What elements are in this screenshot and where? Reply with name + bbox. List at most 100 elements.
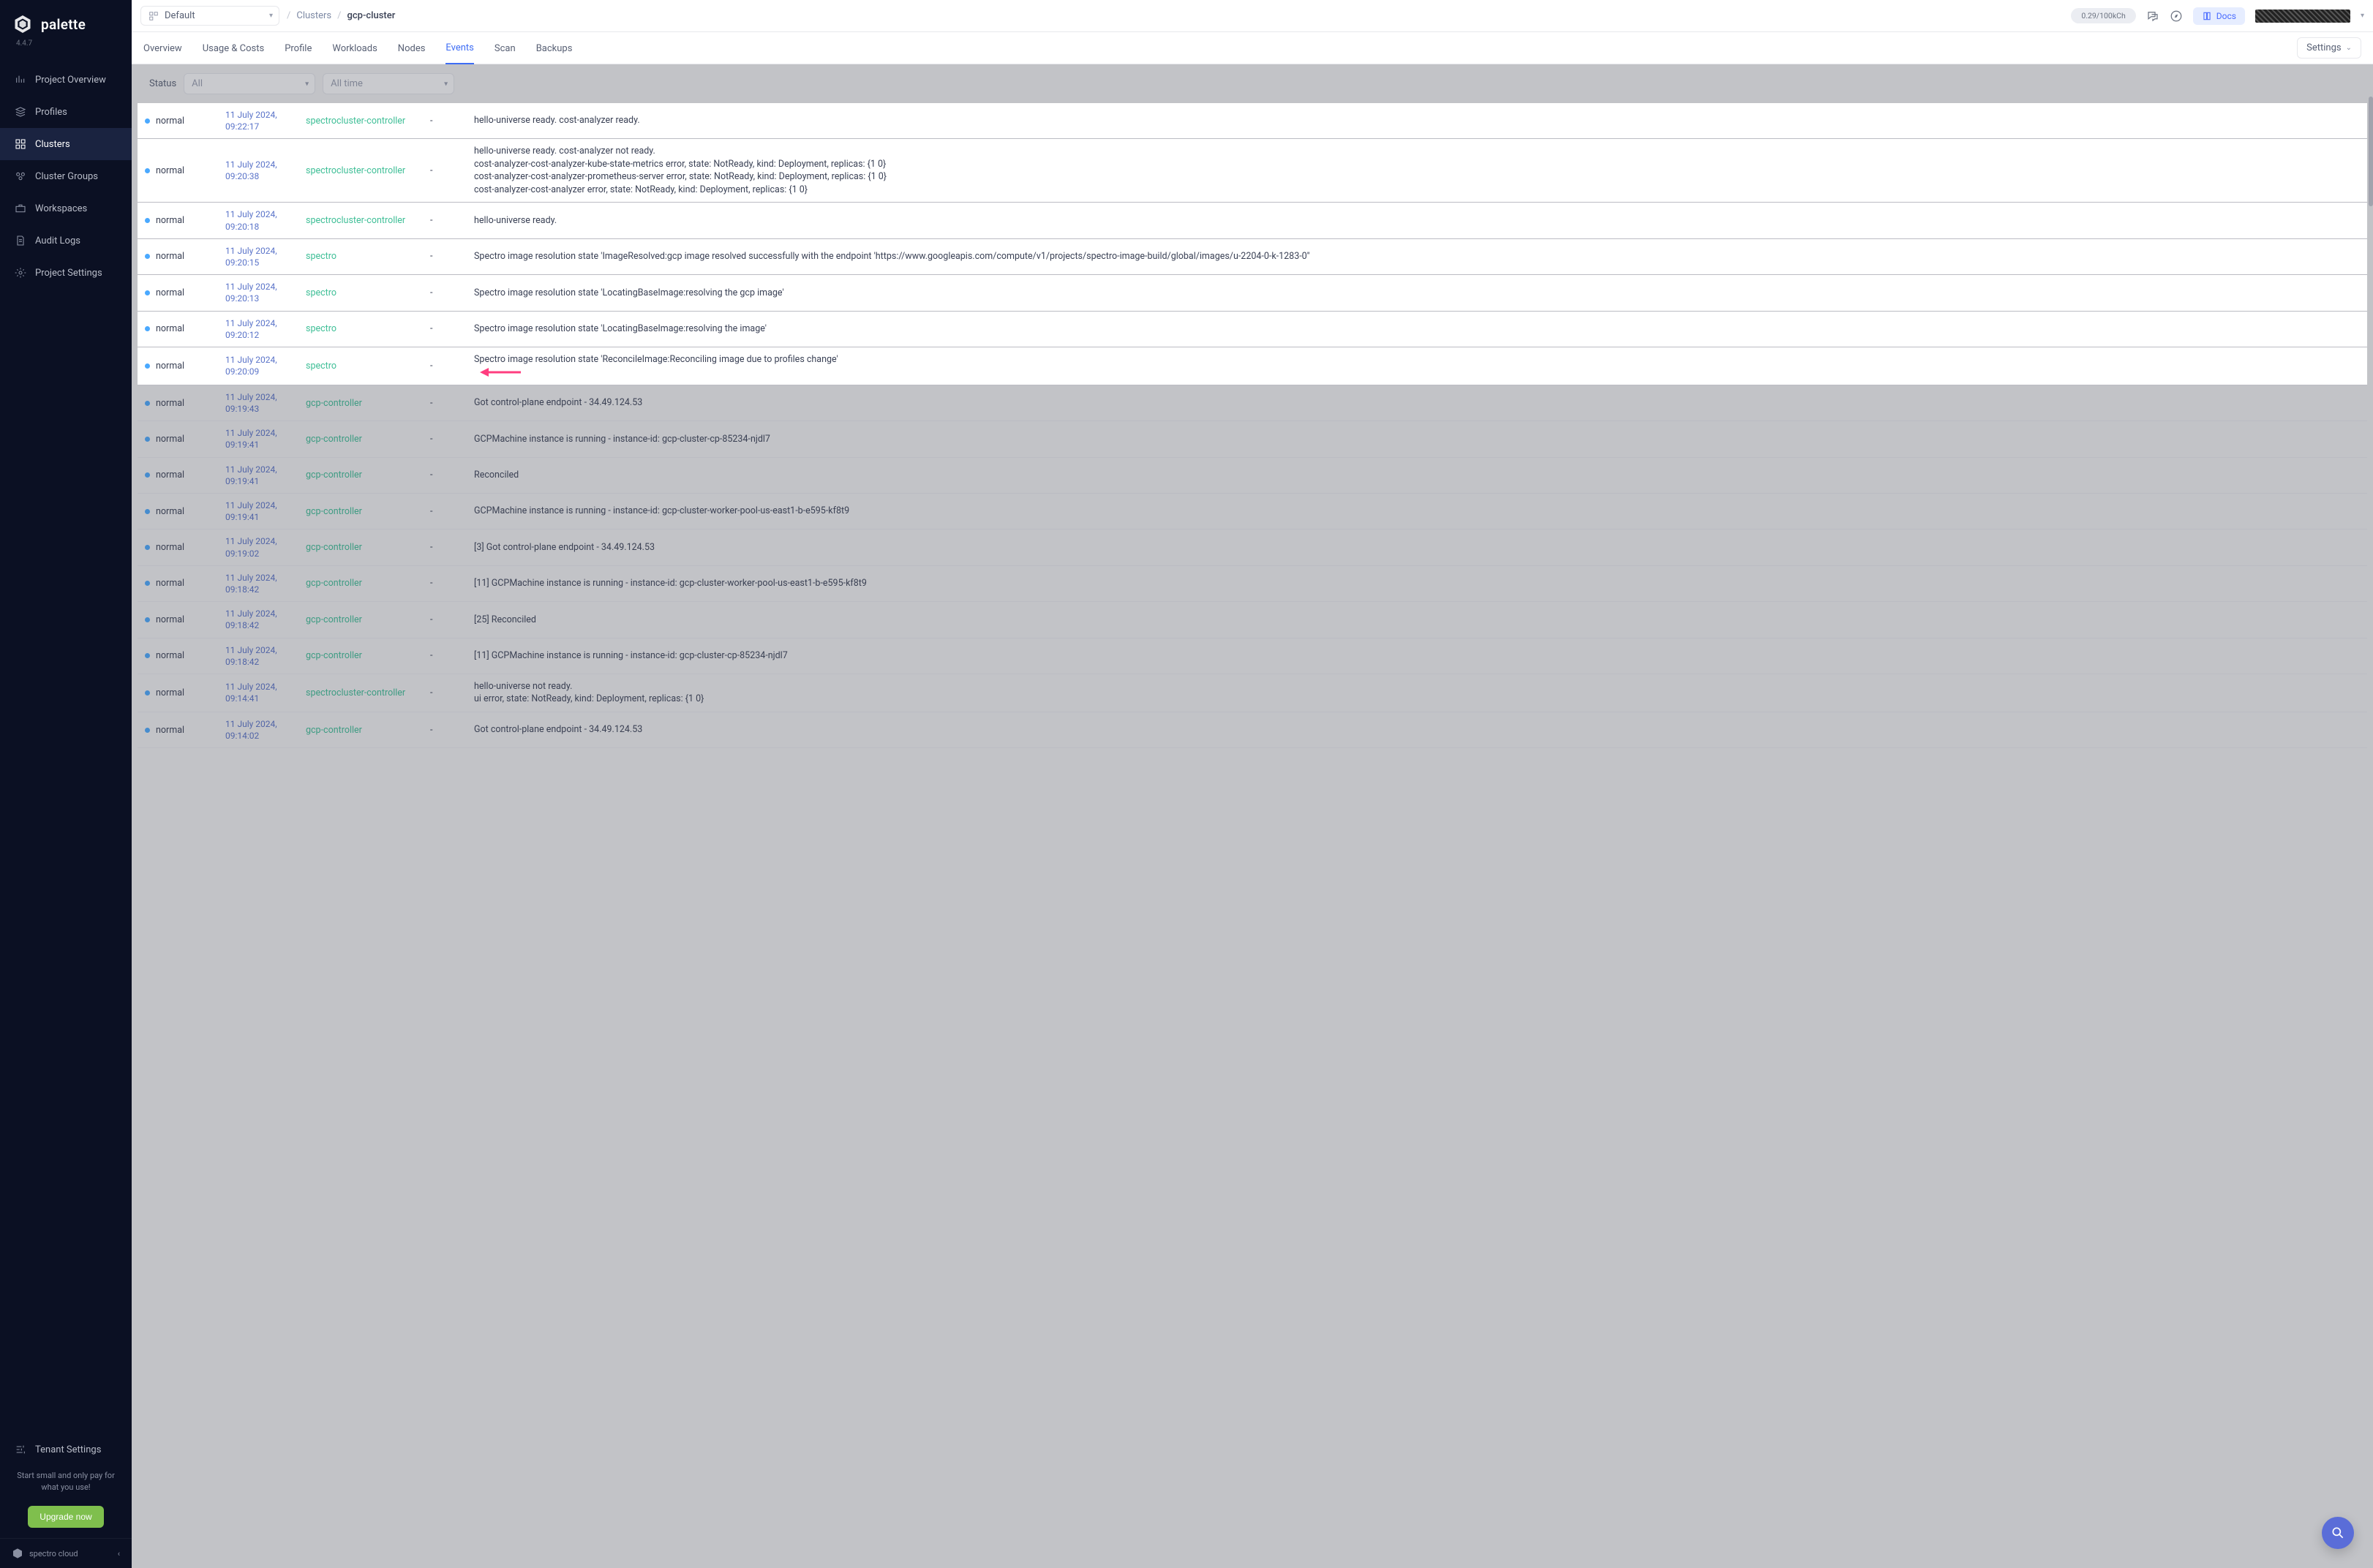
breadcrumb: / Clusters / gcp-cluster <box>287 10 395 21</box>
tab-profile[interactable]: Profile <box>285 32 312 64</box>
compass-icon[interactable] <box>2170 10 2183 23</box>
table-row[interactable]: normal11 July 2024, 09:20:09spectro-Spec… <box>138 347 2367 385</box>
event-dash: - <box>430 398 432 409</box>
sidebar-item-profiles[interactable]: Profiles <box>0 96 132 128</box>
settings-button[interactable]: Settings ⌄ <box>2297 37 2361 59</box>
book-icon <box>2202 11 2212 21</box>
table-row[interactable]: normal11 July 2024, 09:20:15spectro-Spec… <box>138 238 2367 274</box>
event-message: [3] Got control-plane endpoint - 34.49.1… <box>474 541 2360 554</box>
status-text: normal <box>156 251 184 262</box>
promo-text: Start small and only pay for what you us… <box>0 1466 132 1503</box>
table-row[interactable]: normal11 July 2024, 09:19:02gcp-controll… <box>138 529 2367 565</box>
status-text: normal <box>156 287 184 298</box>
event-message: Spectro image resolution state 'ImageRes… <box>474 250 2360 263</box>
status-dot-icon <box>145 437 150 442</box>
event-source: spectrocluster-controller <box>306 215 405 226</box>
chat-icon[interactable] <box>2146 10 2159 23</box>
event-time: 11 July 2024, 09:14:02 <box>225 719 277 741</box>
docs-button[interactable]: Docs <box>2193 7 2245 25</box>
sidebar-item-tenant-settings[interactable]: Tenant Settings <box>0 1433 132 1466</box>
event-message-line: [3] Got control-plane endpoint - 34.49.1… <box>474 541 2360 554</box>
topbar: Default ▾ / Clusters / gcp-cluster 0.29/… <box>132 0 2373 32</box>
event-message-line: [11] GCPMachine instance is running - in… <box>474 649 2360 663</box>
status-text: normal <box>156 578 184 589</box>
chart-icon <box>15 74 26 86</box>
event-message-line: cost-analyzer-cost-analyzer error, state… <box>474 184 2360 197</box>
status-text: normal <box>156 506 184 517</box>
project-select[interactable]: Default ▾ <box>140 6 279 26</box>
user-menu[interactable] <box>2255 10 2350 23</box>
table-row[interactable]: normal11 July 2024, 09:20:38spectroclust… <box>138 139 2367 203</box>
sidebar-item-project-overview[interactable]: Project Overview <box>0 64 132 96</box>
sidebar-item-audit-logs[interactable]: Audit Logs <box>0 225 132 257</box>
status-dot-icon <box>145 472 150 478</box>
event-source: gcp-controller <box>306 542 362 553</box>
sidebar-item-clusters[interactable]: Clusters <box>0 128 132 160</box>
app-name: palette <box>41 16 86 33</box>
sidebar-nav: Project Overview Profiles Clusters Cluster … <box>0 64 132 289</box>
status-text: normal <box>156 215 184 226</box>
sidebar-item-project-settings[interactable]: Project Settings <box>0 257 132 289</box>
event-message-line: ui error, state: NotReady, kind: Deploym… <box>474 693 2360 706</box>
tab-workloads[interactable]: Workloads <box>332 32 377 64</box>
sidebar-item-cluster-groups[interactable]: Cluster Groups <box>0 160 132 192</box>
table-row[interactable]: normal11 July 2024, 09:18:42gcp-controll… <box>138 565 2367 601</box>
tab-overview[interactable]: Overview <box>143 32 182 64</box>
event-time: 11 July 2024, 09:20:38 <box>225 159 277 181</box>
status-dot-icon <box>145 118 150 124</box>
scrollbar-thumb[interactable] <box>2369 97 2373 206</box>
table-row[interactable]: normal11 July 2024, 09:18:42gcp-controll… <box>138 638 2367 674</box>
event-message: Spectro image resolution state 'Locating… <box>474 287 2360 300</box>
breadcrumb-parent[interactable]: Clusters <box>296 10 331 21</box>
table-row[interactable]: normal11 July 2024, 09:22:17spectroclust… <box>138 103 2367 139</box>
table-row[interactable]: normal11 July 2024, 09:18:42gcp-controll… <box>138 602 2367 638</box>
event-source: spectro <box>306 287 336 298</box>
status-dot-icon <box>145 363 150 369</box>
tab-nodes[interactable]: Nodes <box>398 32 426 64</box>
event-time: 11 July 2024, 09:20:13 <box>225 282 277 304</box>
tab-usage-costs[interactable]: Usage & Costs <box>203 32 265 64</box>
event-message: GCPMachine instance is running - instanc… <box>474 505 2360 518</box>
event-time: 11 July 2024, 09:19:43 <box>225 392 277 414</box>
event-message: hello-universe ready. <box>474 214 2360 227</box>
nav-label: Project Overview <box>35 75 106 86</box>
time-filter[interactable]: All time ▾ <box>323 73 454 94</box>
event-source: spectro <box>306 361 336 372</box>
table-row[interactable]: normal11 July 2024, 09:19:41gcp-controll… <box>138 494 2367 529</box>
table-row[interactable]: normal11 July 2024, 09:19:41gcp-controll… <box>138 457 2367 493</box>
status-text: normal <box>156 725 184 736</box>
table-row[interactable]: normal11 July 2024, 09:19:43gcp-controll… <box>138 385 2367 421</box>
event-source: spectro <box>306 323 336 334</box>
sidebar-item-workspaces[interactable]: Workspaces <box>0 192 132 225</box>
chevron-down-icon: ▾ <box>269 12 273 20</box>
search-fab[interactable] <box>2322 1517 2354 1549</box>
status-text: normal <box>156 470 184 480</box>
event-message-line: Spectro image resolution state 'Locating… <box>474 323 2360 336</box>
table-row[interactable]: normal11 July 2024, 09:20:13spectro-Spec… <box>138 275 2367 311</box>
table-row[interactable]: normal11 July 2024, 09:14:41spectroclust… <box>138 674 2367 712</box>
table-row[interactable]: normal11 July 2024, 09:20:12spectro-Spec… <box>138 311 2367 347</box>
event-time: 11 July 2024, 09:18:42 <box>225 573 277 595</box>
event-source: gcp-controller <box>306 398 362 409</box>
tab-scan[interactable]: Scan <box>494 32 516 64</box>
tab-events[interactable]: Events <box>445 32 473 64</box>
tenant-switcher[interactable]: spectro cloud ‹ <box>0 1538 132 1568</box>
tabbar: Overview Usage & Costs Profile Workloads Nod… <box>132 32 2373 64</box>
event-dash: - <box>430 470 432 480</box>
docs-label: Docs <box>2216 11 2236 21</box>
table-row[interactable]: normal11 July 2024, 09:20:18spectroclust… <box>138 203 2367 238</box>
table-row[interactable]: normal11 July 2024, 09:14:02gcp-controll… <box>138 712 2367 747</box>
tab-backups[interactable]: Backups <box>536 32 573 64</box>
nav-label: Clusters <box>35 139 70 150</box>
table-row[interactable]: normal11 July 2024, 09:19:41gcp-controll… <box>138 421 2367 457</box>
event-message-line: Spectro image resolution state 'ImageRes… <box>474 250 2360 263</box>
upgrade-button[interactable]: Upgrade now <box>28 1506 103 1528</box>
status-dot-icon <box>145 509 150 514</box>
events-table: normal11 July 2024, 09:22:17spectroclust… <box>138 103 2367 748</box>
event-message: hello-universe not ready.ui error, state… <box>474 680 2360 706</box>
status-filter[interactable]: All ▾ <box>184 73 315 94</box>
status-dot-icon <box>145 254 150 259</box>
event-dash: - <box>430 323 432 334</box>
status-dot-icon <box>145 728 150 733</box>
event-time: 11 July 2024, 09:20:15 <box>225 246 277 268</box>
